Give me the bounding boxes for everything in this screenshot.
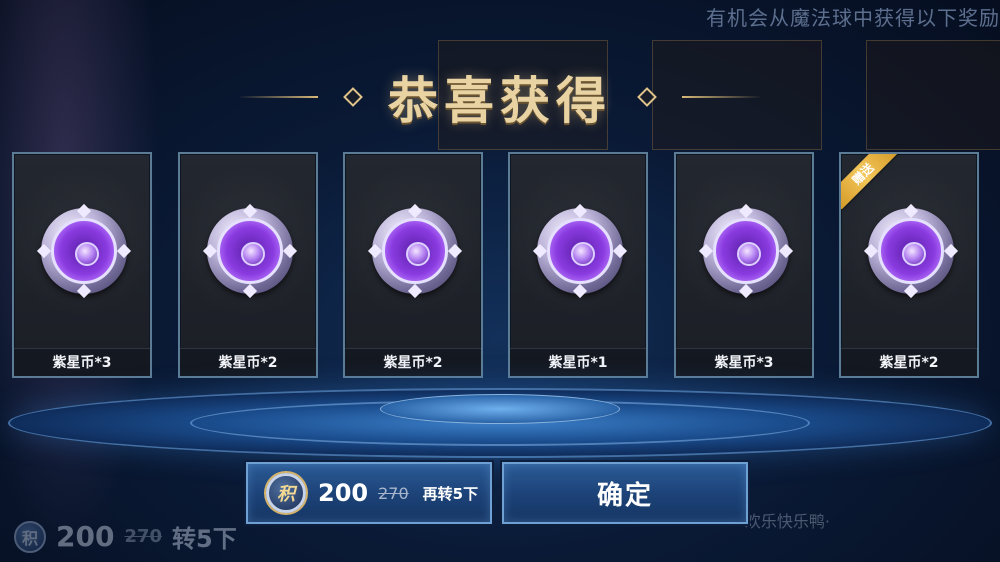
reward-card: 紫星币*1	[508, 152, 648, 378]
purple-star-coin-icon	[698, 203, 794, 299]
purple-star-coin-icon	[532, 203, 628, 299]
purple-star-coin-icon	[202, 203, 298, 299]
purple-star-coin-icon	[863, 203, 959, 299]
diamond-ornament-icon	[637, 87, 657, 107]
background-footer-text: 欢乐快乐鸭·	[744, 512, 830, 531]
reward-card: 赠送 紫星币*2	[839, 152, 979, 378]
purple-star-coin-icon	[367, 203, 463, 299]
reward-card: 紫星币*2	[343, 152, 483, 378]
confirm-label: 确定	[596, 480, 653, 511]
diamond-ornament-icon	[343, 87, 363, 107]
reward-card-list: 紫星币*3 紫星币*2 紫星币*2 紫星币*1 紫星币*3 赠送 紫星币*2	[12, 152, 992, 378]
background-spin-label: 转5下	[172, 525, 237, 553]
confirm-button[interactable]: 确定	[502, 462, 748, 524]
title-divider-right	[682, 96, 762, 98]
reward-card: 紫星币*3	[674, 152, 814, 378]
reward-label: 紫星币*3	[676, 348, 812, 376]
background-spin-bar: 积 200 270 转5下	[14, 519, 237, 554]
spin-again-button[interactable]: 积 200 270 再转5下	[246, 462, 492, 524]
reward-label: 紫星币*2	[345, 348, 481, 376]
reward-card: 紫星币*2	[178, 152, 318, 378]
title-divider-left	[238, 96, 318, 98]
reward-title-bar: 恭喜获得	[0, 62, 1000, 132]
purple-star-coin-icon	[36, 203, 132, 299]
reward-label: 紫星币*1	[510, 348, 646, 376]
reward-card: 紫星币*3	[12, 152, 152, 378]
background-old-price: 270	[124, 526, 163, 547]
reward-label: 紫星币*2	[180, 348, 316, 376]
spin-price: 200	[318, 479, 369, 507]
background-token-icon: 积	[14, 520, 46, 553]
reward-label: 紫星币*3	[14, 348, 150, 376]
reward-platform	[8, 388, 992, 458]
background-price: 200	[56, 520, 115, 553]
background-hint-text: 有机会从魔法球中获得以下奖励	[706, 6, 1000, 30]
reward-label: 紫星币*2	[841, 348, 977, 376]
page-title: 恭喜获得	[388, 72, 612, 130]
spin-again-label: 再转5下	[422, 484, 479, 503]
spin-old-price: 270	[378, 483, 409, 503]
points-token-icon: 积	[266, 473, 306, 513]
